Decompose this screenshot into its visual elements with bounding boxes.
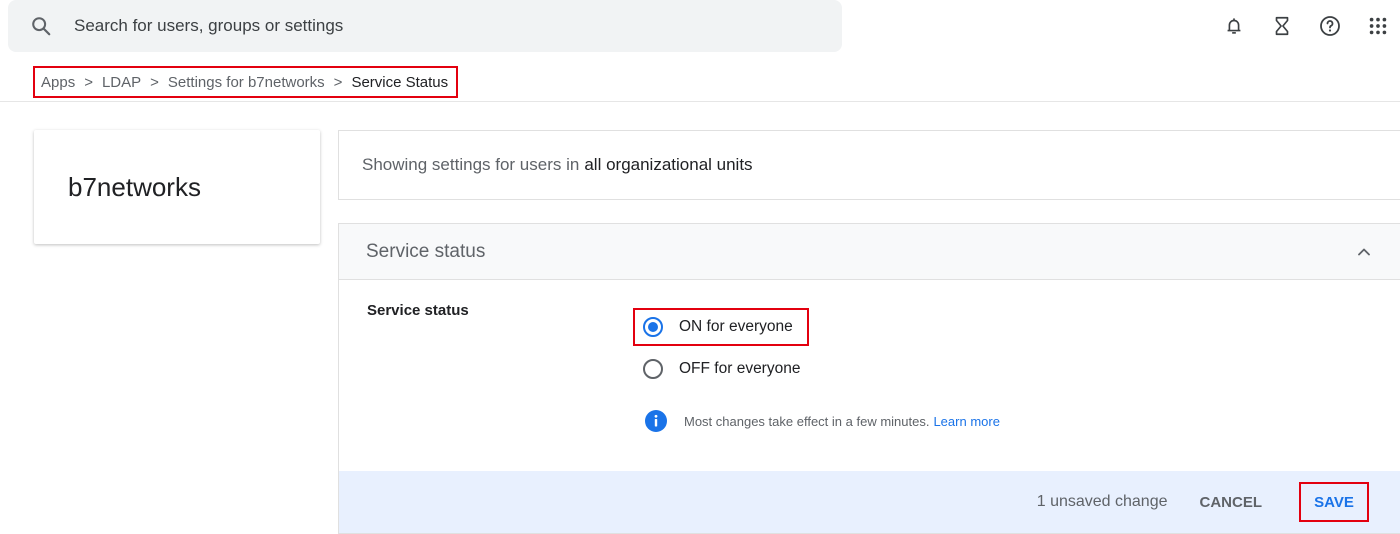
cancel-button[interactable]: CANCEL: [1200, 494, 1263, 511]
breadcrumb-separator: >: [333, 73, 343, 91]
radio-unchecked-icon[interactable]: [643, 359, 663, 379]
scope-value[interactable]: all organizational units: [584, 155, 752, 175]
search-icon[interactable]: [30, 15, 52, 37]
radio-off-label: OFF for everyone: [679, 360, 801, 377]
org-name: b7networks: [68, 171, 201, 202]
panel-title: Service status: [366, 240, 486, 262]
help-icon[interactable]: [1316, 12, 1344, 40]
top-toolbar: [1200, 12, 1392, 40]
info-text: Most changes take effect in a few minute…: [684, 413, 930, 429]
breadcrumb-separator: >: [84, 73, 93, 91]
save-button[interactable]: SAVE: [1299, 482, 1369, 522]
breadcrumb-ldap[interactable]: LDAP: [102, 74, 141, 91]
header-divider: [0, 101, 1400, 102]
apps-grid-icon[interactable]: [1364, 12, 1392, 40]
radio-checked-icon[interactable]: [643, 317, 663, 337]
hourglass-icon[interactable]: [1268, 12, 1296, 40]
scope-label: Showing settings for users in: [362, 155, 580, 174]
breadcrumb: Apps > LDAP > Settings for b7networks > …: [33, 66, 459, 98]
panel-header[interactable]: Service status: [339, 224, 1400, 280]
bell-icon[interactable]: [1220, 12, 1248, 40]
service-status-panel: Service status Service status ON for eve…: [338, 223, 1400, 534]
search-input[interactable]: [72, 15, 776, 37]
org-card: b7networks: [34, 130, 320, 244]
learn-more-link[interactable]: Learn more: [933, 414, 999, 429]
breadcrumb-separator: >: [150, 73, 159, 91]
unsaved-change-count: 1 unsaved change: [1036, 493, 1168, 510]
info-message: Most changes take effect in a few minute…: [645, 410, 1000, 432]
service-status-label: Service status: [367, 302, 469, 319]
search-bar[interactable]: [8, 0, 842, 52]
chevron-up-icon[interactable]: [1354, 242, 1374, 262]
breadcrumb-apps[interactable]: Apps: [41, 74, 75, 91]
save-footer: 1 unsaved change CANCEL SAVE: [339, 471, 1400, 533]
radio-on-for-everyone[interactable]: ON for everyone: [633, 308, 809, 346]
settings-scope: Showing settings for users in all organi…: [338, 130, 1400, 200]
breadcrumb-current: Service Status: [351, 73, 449, 91]
info-icon: [645, 410, 667, 432]
radio-off-for-everyone[interactable]: OFF for everyone: [643, 357, 800, 381]
breadcrumb-settings[interactable]: Settings for b7networks: [168, 74, 325, 91]
radio-on-label: ON for everyone: [679, 318, 793, 335]
